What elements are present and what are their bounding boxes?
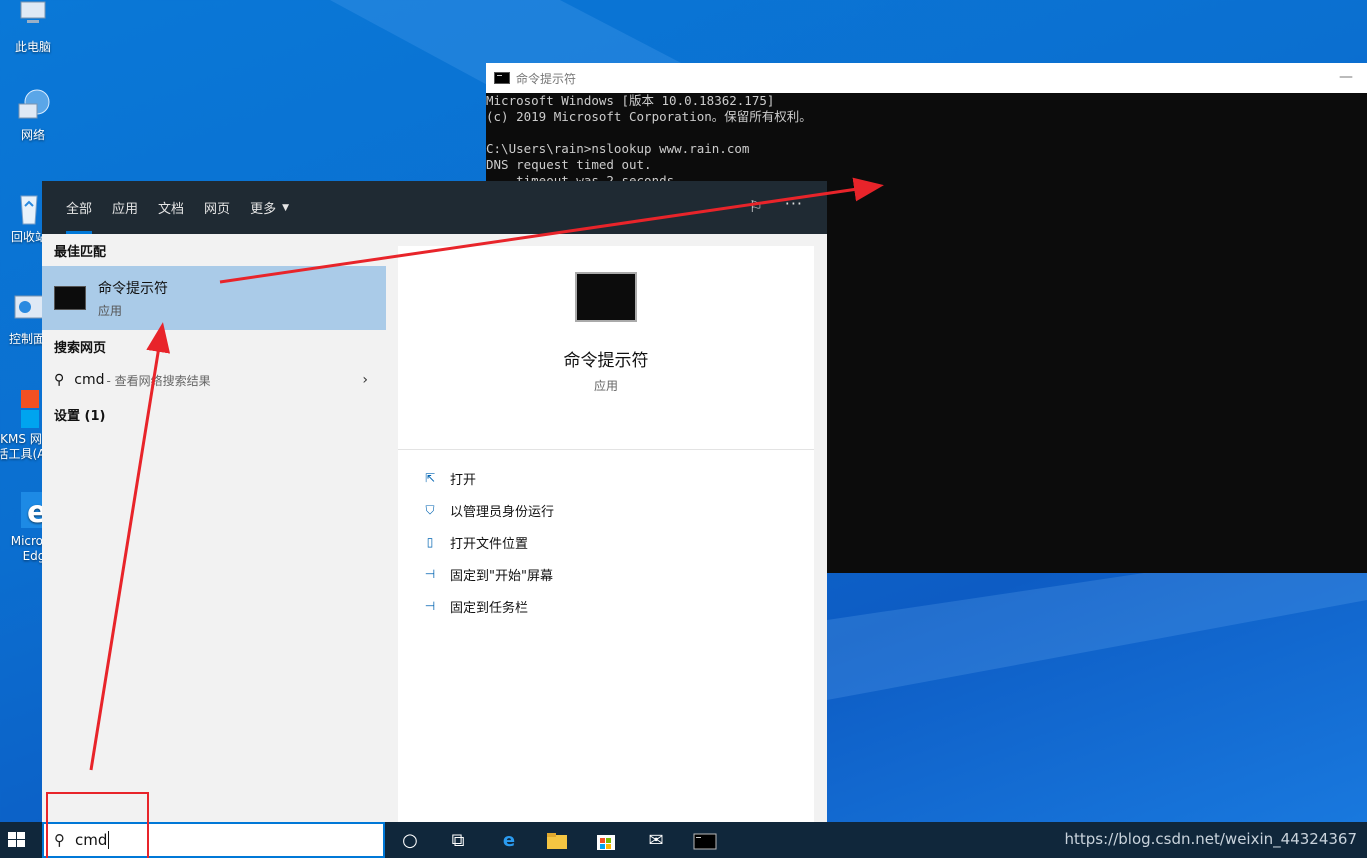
console-line: C:\Users\rain>nslookup www.rain.com	[486, 141, 750, 156]
console-line: DNS request timed out.	[486, 157, 652, 172]
search-results-list: 最佳匹配 命令提示符 应用 搜索网页 ⚲ cmd - 查看网络搜索结果 › 设置…	[42, 234, 386, 822]
search-filter-tabs: 全部 应用 文档 网页 更多 ▼ ⚐ ···	[42, 181, 827, 234]
taskbar-search-input[interactable]: ⚲ cmd	[42, 822, 385, 858]
settings-heading[interactable]: 设置 (1)	[42, 398, 386, 430]
file-explorer-icon[interactable]	[545, 829, 569, 853]
tab-more[interactable]: 更多 ▼	[240, 181, 299, 234]
best-match-name: 命令提示符	[98, 280, 168, 297]
tab-apps[interactable]: 应用	[102, 181, 148, 234]
open-icon: ⇱	[424, 471, 436, 485]
desktop-icon-this-pc[interactable]: 此电脑	[0, 0, 66, 55]
feedback-icon[interactable]: ⚐	[749, 197, 763, 216]
best-match-type: 应用	[98, 303, 123, 318]
desktop-icon-network[interactable]: 网络	[0, 86, 66, 143]
action-pin-to-taskbar[interactable]: ⊣ 固定到任务栏	[398, 590, 814, 622]
action-run-as-admin[interactable]: ⛉ 以管理员身份运行	[398, 494, 814, 526]
shield-icon: ⛉	[425, 502, 435, 517]
web-search-heading: 搜索网页	[54, 340, 107, 356]
search-icon: ⚲	[54, 372, 65, 388]
web-hint: - 查看网络搜索结果	[106, 373, 211, 388]
cmd-app-icon	[54, 286, 86, 310]
windows-start-icon[interactable]	[8, 832, 26, 848]
console-line: Microsoft Windows [版本 10.0.18362.175]	[486, 93, 775, 108]
chevron-right-icon[interactable]: ›	[362, 372, 368, 388]
action-pin-to-start[interactable]: ⊣ 固定到"开始"屏幕	[398, 558, 814, 590]
action-open[interactable]: ⇱ 打开	[398, 462, 814, 494]
watermark-url: https://blog.csdn.net/weixin_44324367	[1064, 830, 1357, 848]
more-options-icon[interactable]: ···	[785, 194, 803, 213]
taskbar: ⚲ cmd ○ ⧉ e ✉ https://blog.csdn.net/weix…	[0, 822, 1367, 858]
chevron-down-icon: ▼	[282, 202, 289, 213]
svg-text:e: e	[27, 495, 43, 530]
console-line: (c) 2019 Microsoft Corporation。保留所有权利。	[486, 109, 812, 124]
tab-documents[interactable]: 文档	[148, 181, 194, 234]
control-panel-icon	[7, 290, 47, 330]
cmd-title: 命令提示符	[516, 71, 577, 86]
tab-all[interactable]: 全部	[56, 181, 102, 234]
cmd-app-icon	[494, 72, 510, 84]
office-logo-icon	[1, 390, 59, 430]
tab-web[interactable]: 网页	[194, 181, 240, 234]
minimize-icon[interactable]: —	[1339, 69, 1353, 85]
cmd-large-icon	[575, 272, 637, 322]
pin-icon: ⊣	[424, 599, 436, 613]
file-location-icon: ▯	[426, 535, 434, 549]
edge-icon: e	[3, 492, 57, 532]
start-search-panel: 全部 应用 文档 网页 更多 ▼ ⚐ ··· 最佳匹配 命令提示符 应用 搜索网页…	[42, 181, 827, 822]
mail-icon[interactable]: ✉	[644, 829, 668, 853]
store-icon[interactable]	[594, 829, 618, 853]
best-match-item[interactable]: 命令提示符 应用	[42, 266, 386, 330]
edge-icon[interactable]: e	[497, 829, 521, 853]
cmd-titlebar[interactable]: 命令提示符 —	[486, 63, 1367, 93]
web-query: cmd	[74, 372, 105, 388]
network-globe-icon	[13, 86, 53, 126]
desktop-icon-label: 此电脑	[14, 40, 51, 54]
search-value: cmd	[75, 831, 108, 849]
pin-icon: ⊣	[424, 567, 436, 581]
cortana-icon[interactable]: ○	[398, 829, 422, 853]
action-open-file-location[interactable]: ▯ 打开文件位置	[398, 526, 814, 558]
preview-type: 应用	[593, 379, 618, 393]
task-view-icon[interactable]: ⧉	[446, 829, 470, 853]
desktop-icon-label: 网络	[20, 128, 45, 142]
computer-icon	[13, 0, 53, 38]
text-cursor	[108, 831, 110, 849]
cmd-taskbar-icon[interactable]	[693, 829, 717, 853]
cmd-console-output[interactable]: Microsoft Windows [版本 10.0.18362.175] (c)…	[486, 93, 1367, 189]
result-detail-pane: 命令提示符 应用 ⇱ 打开 ⛉ 以管理员身份运行 ▯ 打开文件位置 ⊣ 固定到"开始"屏…	[398, 246, 814, 822]
best-match-heading: 最佳匹配	[54, 244, 107, 260]
search-icon: ⚲	[54, 831, 65, 849]
preview-name: 命令提示符	[563, 351, 649, 371]
web-search-item[interactable]: ⚲ cmd - 查看网络搜索结果 ›	[42, 362, 386, 398]
result-preview: 命令提示符 应用	[398, 272, 814, 450]
